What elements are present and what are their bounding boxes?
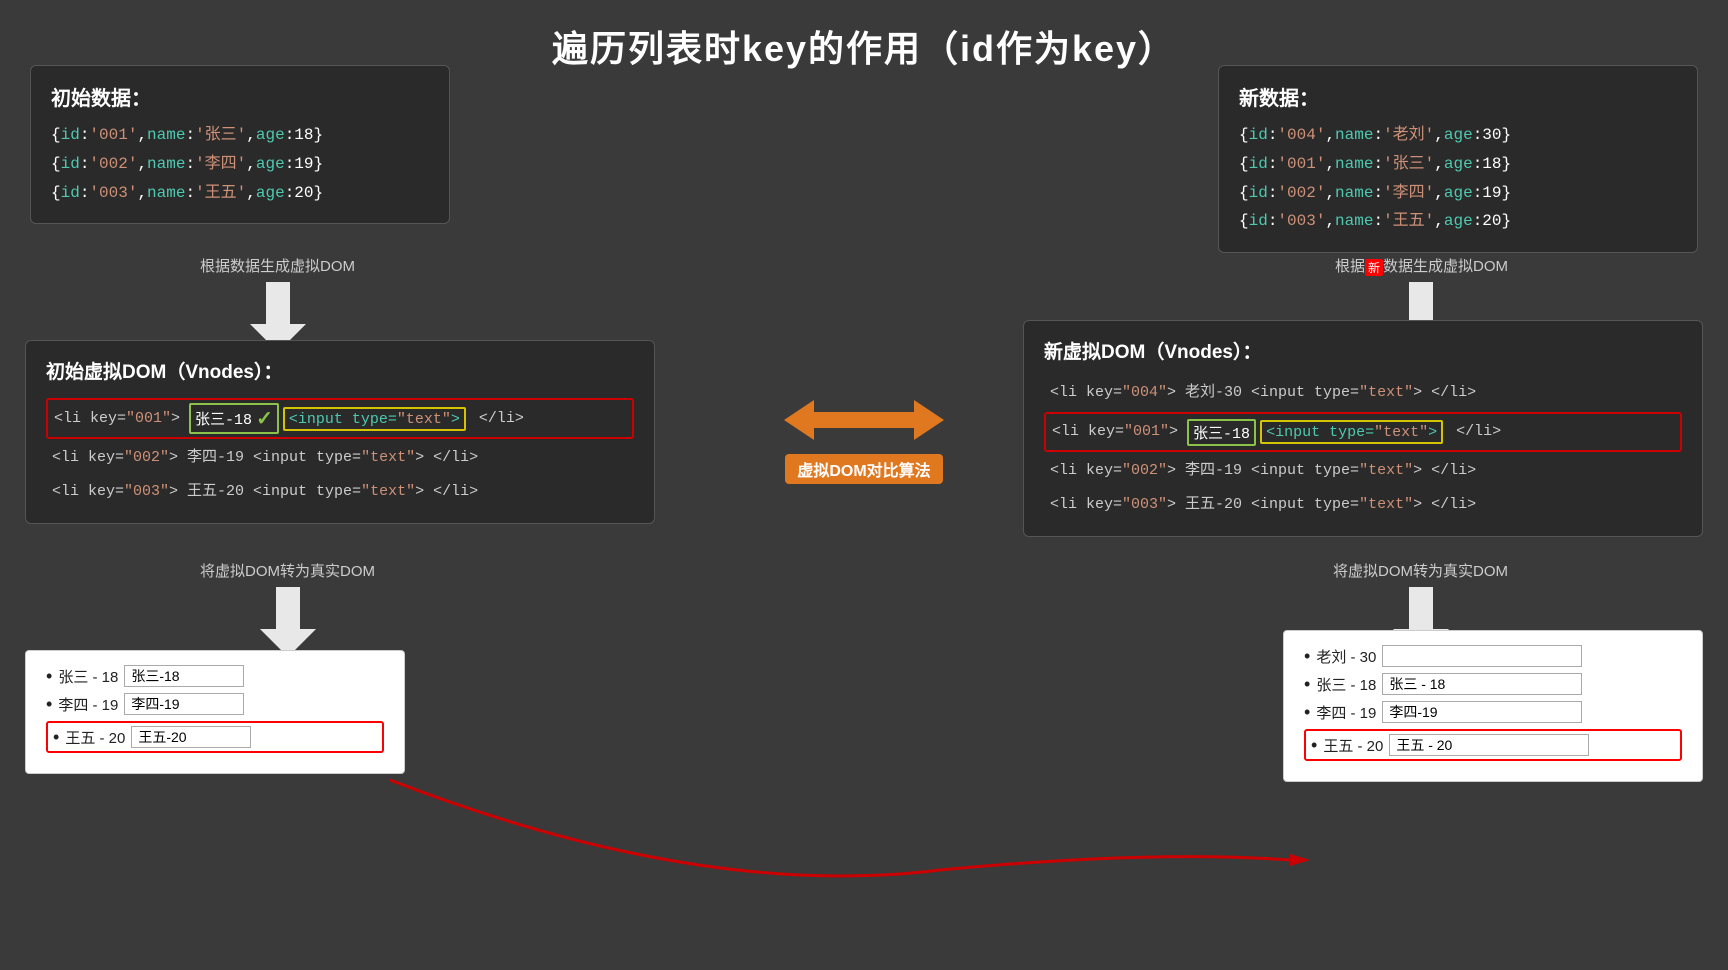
new-dom-input-1[interactable] [1382, 645, 1582, 667]
left-arrow-group: 根据数据生成虚拟DOM [200, 255, 355, 352]
dom-label-2: 李四 - 19 [58, 694, 118, 715]
new-dom-bullet-4: • [1311, 735, 1317, 756]
initial-data-line1: {id:'001',name:'张三',age:18} [51, 121, 429, 150]
new-data-line1: {id:'004',name:'老刘',age:30} [1239, 121, 1677, 150]
new-vnode-line1-pre: <li key="001"> [1052, 417, 1187, 447]
vnode-line1-post: </li> [470, 404, 524, 434]
initial-data-box: 初始数据： {id:'001',name:'张三',age:18} {id:'0… [30, 65, 450, 224]
new-vnode-box: 新虚拟DOM（Vnodes）： <li key="004"> 老刘-30 <in… [1023, 320, 1703, 537]
dom-bullet-1: • [46, 666, 52, 687]
left-bottom-arrow-label: 将虚拟DOM转为真实DOM [200, 560, 375, 581]
compare-label: 虚拟DOM对比算法 [785, 454, 942, 484]
new-vnode-name-highlight: 张三-18 [1187, 419, 1256, 446]
new-dom-input-4[interactable] [1389, 734, 1589, 756]
new-dom-item-4-highlighted: • 王五 - 20 [1304, 729, 1682, 761]
initial-data-line3: {id:'003',name:'王五',age:20} [51, 179, 429, 208]
vnode-name-highlight: 张三-18 ✓ [189, 403, 279, 434]
dom-item-2: • 李四 - 19 [46, 693, 384, 715]
dom-label-1: 张三 - 18 [58, 666, 118, 687]
initial-real-dom-box: • 张三 - 18 • 李四 - 19 • 王五 - 20 [25, 650, 405, 774]
new-real-dom-box: • 老刘 - 30 • 张三 - 18 • 李四 - 19 • 王五 - 20 [1283, 630, 1703, 782]
new-dom-item-3: • 李四 - 19 [1304, 701, 1682, 723]
new-vnode-row-1-highlighted: <li key="001"> 张三-18 <input type="text">… [1044, 412, 1682, 452]
initial-vnode-box: 初始虚拟DOM（Vnodes）： <li key="001"> 张三-18 ✓ … [25, 340, 655, 524]
vnode-input-text: <input type="text"> [289, 411, 460, 428]
new-vnode-input-highlight: <input type="text"> [1260, 420, 1443, 444]
new-data-box: 新数据： {id:'004',name:'老刘',age:30} {id:'00… [1218, 65, 1698, 253]
vnode-row-1-highlighted: <li key="001"> 张三-18 ✓ <input type="text… [46, 398, 634, 439]
dom-bullet-3: • [53, 727, 59, 748]
dom-bullet-2: • [46, 694, 52, 715]
dom-item-1: • 张三 - 18 [46, 665, 384, 687]
new-dom-label-2: 张三 - 18 [1316, 674, 1376, 695]
vnode-line2: <li key="002"> 李四-19 <input type="text">… [46, 443, 634, 473]
new-dom-bullet-3: • [1304, 702, 1310, 723]
new-dom-bullet-2: • [1304, 674, 1310, 695]
vnode-line1-pre: <li key="001"> [54, 404, 189, 434]
new-dom-input-3[interactable] [1382, 701, 1582, 723]
new-dom-label-3: 李四 - 19 [1316, 702, 1376, 723]
left-bottom-arrow-icon [258, 587, 318, 657]
dom-input-2[interactable] [124, 693, 244, 715]
new-dom-input-2[interactable] [1382, 673, 1582, 695]
new-data-line4: {id:'003',name:'王五',age:20} [1239, 207, 1677, 236]
new-vnode-line1-post: </li> [1447, 417, 1501, 447]
new-vnode-name-text: 张三-18 [1193, 426, 1250, 443]
new-vnode-input-text: <input type="text"> [1266, 424, 1437, 441]
right-arrow-label: 根据新数据生成虚拟DOM [1335, 255, 1508, 276]
new-dom-bullet-1: • [1304, 646, 1310, 667]
initial-data-line2: {id:'002',name:'李四',age:19} [51, 150, 429, 179]
left-arrow-label: 根据数据生成虚拟DOM [200, 255, 355, 276]
dom-input-3[interactable] [131, 726, 251, 748]
new-data-line3: {id:'002',name:'李四',age:19} [1239, 179, 1677, 208]
compare-arrow-icon [784, 390, 944, 450]
check-icon: ✓ [256, 406, 273, 431]
dom-item-3-highlighted: • 王五 - 20 [46, 721, 384, 753]
vnode-name-text: 张三-18 [195, 408, 252, 429]
new-red-marker: 新 [1365, 259, 1383, 276]
new-data-line2: {id:'001',name:'张三',age:18} [1239, 150, 1677, 179]
vnode-input-highlight: <input type="text"> [283, 407, 466, 431]
new-dom-label-1: 老刘 - 30 [1316, 646, 1376, 667]
new-dom-label-4: 王五 - 20 [1323, 735, 1383, 756]
new-dom-item-1: • 老刘 - 30 [1304, 645, 1682, 667]
new-vnode-title: 新虚拟DOM（Vnodes）： [1044, 337, 1682, 364]
left-bottom-arrow-group: 将虚拟DOM转为真实DOM [200, 560, 375, 657]
dom-input-1[interactable] [124, 665, 244, 687]
new-vnode-line2: <li key="002"> 李四-19 <input type="text">… [1044, 456, 1682, 486]
initial-data-title: 初始数据： [51, 82, 429, 111]
right-bottom-arrow-label: 将虚拟DOM转为真实DOM [1333, 560, 1508, 581]
dom-label-3: 王五 - 20 [65, 727, 125, 748]
new-vnode-line3: <li key="003"> 王五-20 <input type="text">… [1044, 490, 1682, 520]
new-data-title: 新数据： [1239, 82, 1677, 111]
compare-arrow-group: 虚拟DOM对比算法 [784, 390, 944, 484]
page-title: 遍历列表时key的作用（id作为key） [0, 0, 1728, 72]
new-dom-item-2: • 张三 - 18 [1304, 673, 1682, 695]
initial-vnode-title: 初始虚拟DOM（Vnodes）： [46, 357, 634, 384]
vnode-line3: <li key="003"> 王五-20 <input type="text">… [46, 477, 634, 507]
new-vnode-line0: <li key="004"> 老刘-30 <input type="text">… [1044, 378, 1682, 408]
